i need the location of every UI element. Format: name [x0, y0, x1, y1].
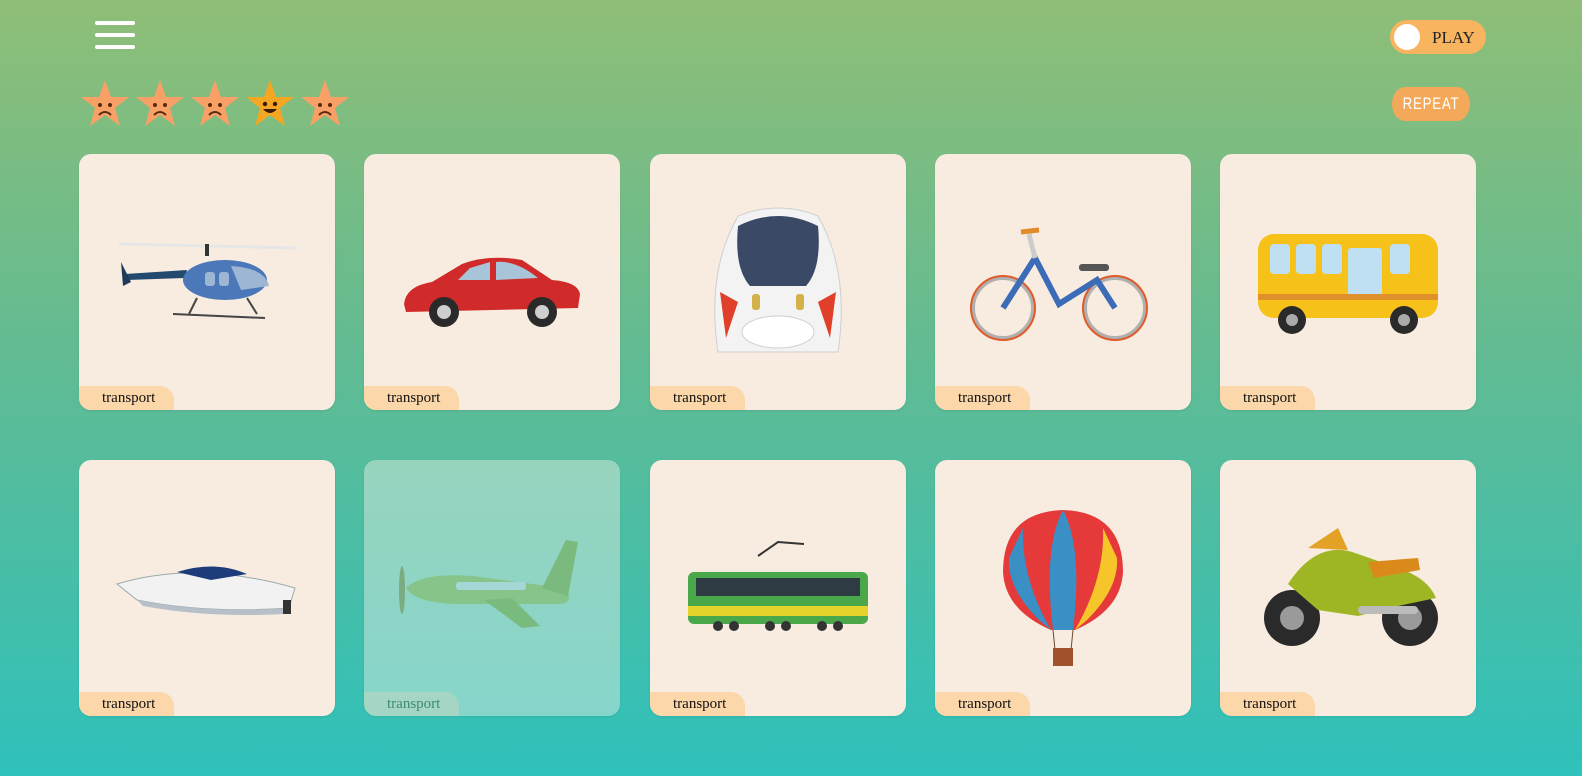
- card-bicycle[interactable]: transport: [935, 154, 1191, 410]
- card-airplane[interactable]: transport: [364, 460, 620, 716]
- card-tram[interactable]: transport: [650, 460, 906, 716]
- sad-star-icon: [81, 80, 129, 126]
- card-speedboat[interactable]: transport: [79, 460, 335, 716]
- card-label: transport: [364, 692, 459, 716]
- card-label: transport: [1220, 386, 1315, 410]
- card-bus[interactable]: transport: [1220, 154, 1476, 410]
- toggle-knob: [1394, 24, 1420, 50]
- car-icon: [404, 257, 580, 327]
- card-label: transport: [935, 692, 1030, 716]
- card-car[interactable]: transport: [364, 154, 620, 410]
- bullet-train-icon: [714, 207, 842, 353]
- hamburger-menu-icon[interactable]: [95, 20, 135, 52]
- card-label: transport: [650, 692, 745, 716]
- bicycle-icon: [970, 227, 1148, 341]
- card-bullet-train[interactable]: transport: [650, 154, 906, 410]
- card-label: transport: [1220, 692, 1315, 716]
- sad-star-icon: [136, 80, 184, 126]
- play-toggle-label: PLAY: [1432, 28, 1475, 47]
- sad-star-icon: [191, 80, 239, 126]
- helicopter-icon: [118, 242, 298, 319]
- card-label: transport: [79, 386, 174, 410]
- card-helicopter[interactable]: transport: [79, 154, 335, 410]
- speedboat-icon: [115, 566, 296, 615]
- card-label: transport: [935, 386, 1030, 410]
- airplane-icon: [399, 540, 578, 628]
- repeat-button[interactable]: REPEAT: [1392, 87, 1470, 121]
- tram-icon: [688, 540, 868, 631]
- card-label: transport: [650, 386, 745, 410]
- hot-air-balloon-icon: [1003, 510, 1123, 666]
- motorcycle-icon: [1264, 528, 1438, 646]
- bus-icon: [1258, 234, 1438, 334]
- card-label: transport: [79, 692, 174, 716]
- card-hot-air-balloon[interactable]: transport: [935, 460, 1191, 716]
- happy-star-icon: [246, 80, 294, 126]
- card-motorcycle[interactable]: transport: [1220, 460, 1476, 716]
- card-label: transport: [364, 386, 459, 410]
- play-toggle[interactable]: PLAY: [1390, 20, 1486, 54]
- sad-star-icon: [301, 80, 349, 126]
